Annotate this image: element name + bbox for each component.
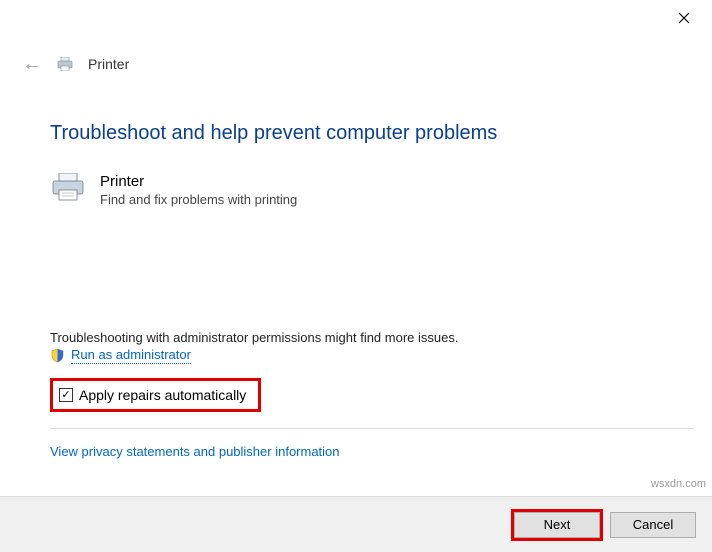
cancel-button[interactable]: Cancel (610, 512, 696, 538)
watermark-text: wsxdn.com (651, 478, 706, 490)
apply-repairs-checkbox-row[interactable]: ✓ Apply repairs automatically (50, 378, 261, 412)
troubleshooter-section: Printer Find and fix problems with print… (50, 173, 662, 207)
printer-small-icon (56, 57, 74, 71)
content-area: Troubleshoot and help prevent computer p… (0, 74, 712, 207)
printer-icon (50, 173, 86, 201)
back-arrow-icon: ← (22, 54, 42, 74)
apply-repairs-checkbox[interactable]: ✓ (59, 388, 73, 402)
page-heading: Troubleshoot and help prevent computer p… (50, 122, 662, 145)
run-as-admin-row: Run as administrator (50, 347, 694, 364)
shield-icon (50, 348, 65, 363)
close-button[interactable] (664, 4, 704, 32)
section-description: Find and fix problems with printing (100, 192, 297, 207)
section-title: Printer (100, 173, 297, 190)
apply-repairs-label: Apply repairs automatically (79, 387, 246, 403)
next-button[interactable]: Next (514, 512, 600, 538)
privacy-link[interactable]: View privacy statements and publisher in… (50, 444, 340, 459)
admin-hint-text: Troubleshooting with administrator permi… (50, 330, 694, 345)
options-block: Troubleshooting with administrator permi… (50, 330, 694, 461)
header-row: ← Printer (0, 36, 712, 74)
run-as-admin-link[interactable]: Run as administrator (71, 347, 191, 364)
divider (50, 428, 694, 429)
window-title: Printer (88, 56, 129, 72)
titlebar (0, 0, 712, 36)
close-icon (678, 12, 690, 24)
footer-bar: Next Cancel (0, 496, 712, 552)
